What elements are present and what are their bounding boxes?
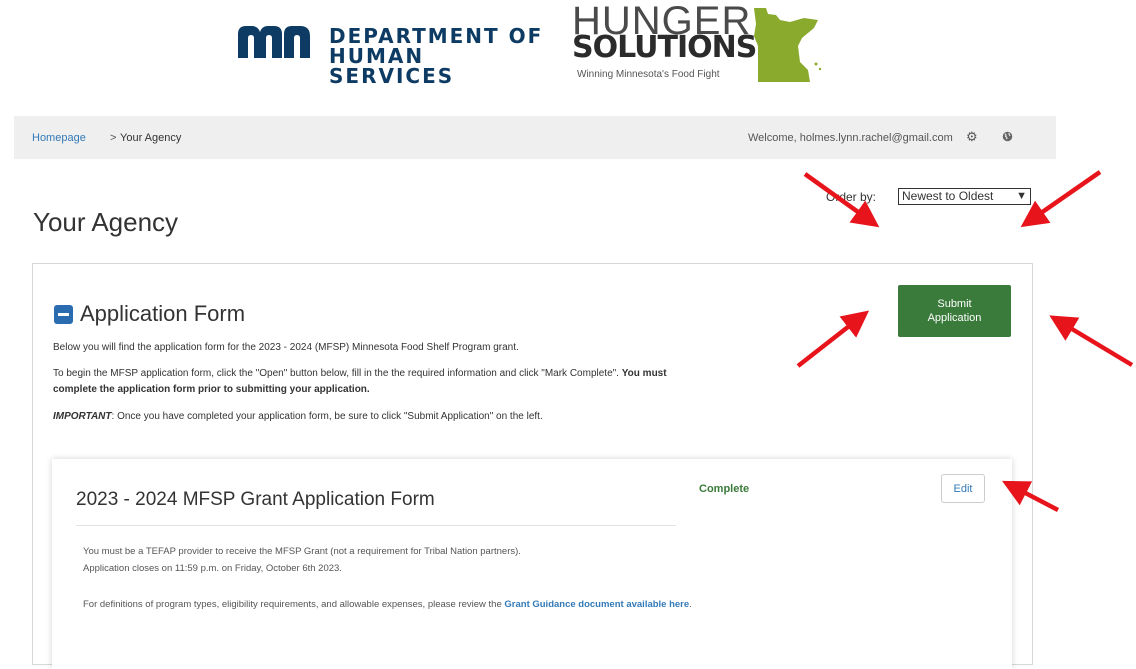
red-arrow-icon	[1002, 480, 1060, 512]
red-arrow-icon	[796, 310, 870, 368]
red-arrow-icon	[1020, 170, 1102, 228]
red-arrow-icon	[803, 172, 880, 228]
annotation-arrows	[796, 170, 1134, 512]
red-arrow-icon	[1049, 315, 1134, 367]
